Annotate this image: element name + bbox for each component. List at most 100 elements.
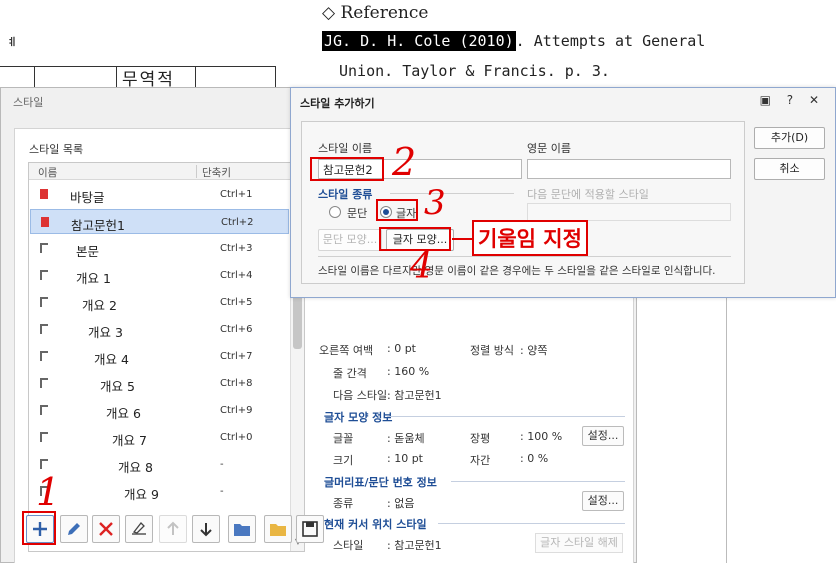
- style-item-label: 개요 5: [100, 379, 135, 394]
- style-list-item[interactable]: 본문 Ctrl+3: [30, 236, 289, 261]
- para-shape-button[interactable]: 문단 모양...: [318, 229, 382, 251]
- style-list-item[interactable]: 개요 4 Ctrl+7: [30, 344, 289, 369]
- style-list-header: 이름 단축키: [29, 163, 290, 180]
- move-up-button[interactable]: [159, 515, 187, 543]
- style-item-shortcut: Ctrl+1: [220, 189, 253, 200]
- right-margin-value: : 0 pt: [387, 342, 416, 355]
- dialog-window-controls[interactable]: ▣ ? ✕: [760, 93, 825, 107]
- document-left-char: ᅨ: [0, 36, 17, 57]
- style-list-title: 스타일 목록: [29, 143, 84, 156]
- annotation-number-3: 3: [424, 183, 446, 223]
- line-spacing-value: : 160 %: [387, 365, 430, 378]
- right-margin-label: 오른쪽 여백: [319, 344, 374, 357]
- save-style-button[interactable]: [296, 515, 324, 543]
- bullet-heading: 글머리표/문단 번호 정보: [324, 476, 437, 489]
- annotation-number-2: 2: [392, 140, 417, 184]
- reference-line-1: JG. D. H. Cole (2010). Attempts at Gener…: [322, 31, 706, 51]
- style-list-item[interactable]: 개요 3 Ctrl+6: [30, 317, 289, 342]
- style-item-label: 개요 6: [106, 406, 141, 421]
- style-item-label: 본문: [76, 244, 100, 259]
- highlighted-author: JG. D. H. Cole (2010): [322, 31, 516, 51]
- style-list-item[interactable]: 개요 2 Ctrl+5: [30, 290, 289, 315]
- annotation-label: 기울임 지정: [472, 220, 588, 256]
- next-para-style-select[interactable]: [527, 203, 731, 221]
- style-list-item[interactable]: 개요 1 Ctrl+4: [30, 263, 289, 288]
- style-list-item[interactable]: 참고문헌1 Ctrl+2: [30, 209, 289, 234]
- radio-paragraph[interactable]: [329, 206, 341, 218]
- arrow-down-icon: [200, 523, 212, 537]
- kind-label: 종류: [333, 497, 354, 510]
- column-shortcut-header[interactable]: 단축키: [202, 165, 231, 180]
- move-down-button[interactable]: [192, 515, 220, 543]
- style-list[interactable]: 이름 단축키 바탕글 Ctrl+1 참고문헌1 Ctrl+2 본문 Ctrl+3 개요 1 C…: [28, 162, 305, 552]
- kind-value: : 없음: [387, 497, 415, 510]
- style-type-label: 스타일 종류: [318, 188, 373, 201]
- char-style-icon: [41, 217, 49, 227]
- para-style-icon: [40, 324, 48, 334]
- pencil-icon: [68, 523, 80, 535]
- style-item-label: 개요 8: [118, 460, 153, 475]
- unset-char-style-button[interactable]: 글자 스타일 해제: [535, 533, 623, 553]
- open-style-button[interactable]: [264, 515, 292, 543]
- char-shape-settings-button[interactable]: 설정...: [582, 426, 624, 446]
- style-item-shortcut: Ctrl+0: [220, 432, 253, 443]
- annotation-number-1: 1: [36, 470, 61, 514]
- import-style-button[interactable]: [228, 515, 256, 543]
- style-item-label: 개요 9: [124, 487, 159, 502]
- table-divider: [195, 66, 196, 88]
- save-disk-icon: [302, 521, 318, 537]
- style-item-label: 바탕글: [70, 190, 105, 205]
- font-value: : 돋움체: [387, 432, 425, 445]
- style-list-item[interactable]: 개요 6 Ctrl+9: [30, 398, 289, 423]
- para-style-icon: [40, 459, 48, 469]
- para-style-icon: [40, 432, 48, 442]
- style-item-shortcut: Ctrl+3: [220, 243, 253, 254]
- heading-rule: [438, 523, 625, 524]
- style-item-label: 개요 2: [82, 298, 117, 313]
- bullet-settings-button[interactable]: 설정...: [582, 491, 624, 511]
- group-rule: [390, 193, 514, 194]
- para-style-icon: [40, 243, 48, 253]
- style-list-item[interactable]: 개요 9 -: [30, 479, 289, 504]
- delete-x-icon: [99, 522, 113, 536]
- style-list-item[interactable]: 개요 5 Ctrl+8: [30, 371, 289, 396]
- edit-char-style-button[interactable]: [125, 515, 153, 543]
- style-item-label: 개요 1: [76, 271, 111, 286]
- style-list-item[interactable]: 개요 7 Ctrl+0: [30, 425, 289, 450]
- column-name-header[interactable]: 이름: [38, 165, 57, 180]
- style-item-shortcut: -: [220, 459, 224, 470]
- style-name-note: 스타일 이름은 다르지만 영문 이름이 같은 경우에는 두 스타일을 같은 스타…: [318, 265, 716, 277]
- delete-style-button[interactable]: [92, 515, 120, 543]
- style-item-label: 개요 7: [112, 433, 147, 448]
- add-button[interactable]: 추가(D): [754, 127, 825, 149]
- pen-edit-icon: [132, 522, 146, 535]
- heading-rule: [387, 416, 625, 417]
- cursor-style-label: 스타일: [333, 539, 364, 552]
- heading-rule: [451, 481, 625, 482]
- style-list-item[interactable]: 바탕글 Ctrl+1: [30, 182, 289, 207]
- radio-paragraph-label: 문단: [347, 207, 368, 220]
- para-style-icon: [40, 405, 48, 415]
- add-style-dialog-title: 스타일 추가하기: [300, 97, 375, 110]
- para-style-icon: [40, 297, 48, 307]
- para-style-icon: [40, 270, 48, 280]
- table-divider: [116, 66, 117, 88]
- style-item-shortcut: Ctrl+6: [220, 324, 253, 335]
- cancel-button[interactable]: 취소: [754, 158, 825, 180]
- reference-line-1-rest: . Attempts at General: [515, 32, 706, 50]
- edit-style-button[interactable]: [60, 515, 88, 543]
- align-value: : 양쪽: [520, 344, 548, 357]
- annotation-arrow: [452, 238, 474, 240]
- style-item-shortcut: Ctrl+4: [220, 270, 253, 281]
- next-style-label: 다음 스타일: [333, 389, 388, 402]
- style-item-label: 개요 3: [88, 325, 123, 340]
- style-item-label: 참고문헌1: [71, 218, 125, 233]
- arrow-up-icon: [167, 521, 179, 535]
- english-name-input[interactable]: [527, 159, 731, 179]
- style-list-item[interactable]: 개요 8 -: [30, 452, 289, 477]
- next-para-style-label: 다음 문단에 적용할 스타일: [527, 188, 649, 201]
- style-item-shortcut: Ctrl+2: [221, 217, 254, 228]
- style-item-shortcut: Ctrl+9: [220, 405, 253, 416]
- annotation-box-3: [376, 199, 418, 221]
- reference-line-2: Union. Taylor & Francis. p. 3.: [339, 62, 610, 80]
